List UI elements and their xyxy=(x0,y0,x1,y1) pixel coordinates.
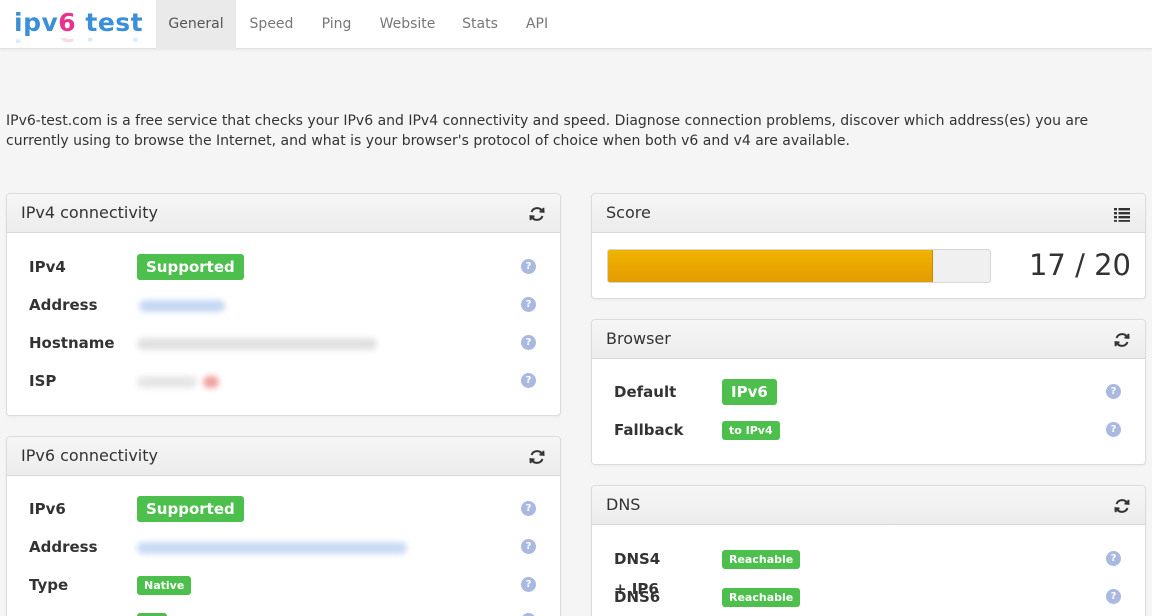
dns-panel-title: DNS xyxy=(606,495,641,514)
status-badge: Supported xyxy=(137,254,244,280)
brand-text-ipv: ipv xyxy=(14,8,59,37)
ipv6-label: IPv6 xyxy=(29,500,66,518)
dns6-ip4-label: DNS6 + IP4 xyxy=(614,588,661,606)
help-icon[interactable]: ? xyxy=(521,577,536,592)
reachable-badge: Reachable xyxy=(722,550,801,569)
status-badge: Supported xyxy=(137,496,244,522)
refresh-icon[interactable] xyxy=(528,205,546,223)
score-panel-title: Score xyxy=(606,203,651,222)
reachable-badge: Reachable xyxy=(722,588,801,607)
address-label: Address xyxy=(29,538,98,556)
isp-label: ISP xyxy=(29,372,57,390)
tab-stats[interactable]: Stats xyxy=(449,0,511,49)
refresh-icon[interactable] xyxy=(528,448,546,466)
score-progress-bar xyxy=(607,249,991,283)
help-icon[interactable]: ? xyxy=(1106,589,1121,604)
help-icon[interactable]: ? xyxy=(521,501,536,516)
redacted-hostname xyxy=(137,338,377,350)
redacted-ipv6-address xyxy=(137,542,407,554)
help-icon[interactable]: ? xyxy=(521,335,536,350)
default-label: Default xyxy=(614,383,677,401)
browser-panel-title: Browser xyxy=(606,329,671,348)
brand-reflection: ipv6 test xyxy=(14,38,143,49)
tab-speed[interactable]: Speed xyxy=(236,0,307,49)
score-panel-header: Score xyxy=(592,194,1145,233)
help-icon[interactable]: ? xyxy=(1106,384,1121,399)
ipv4-panel-header: IPv4 connectivity xyxy=(7,194,560,233)
tab-ping[interactable]: Ping xyxy=(307,0,366,49)
fallback-badge: to IPv4 in 1 second xyxy=(722,421,780,464)
browser-panel-header: Browser xyxy=(592,320,1145,359)
redacted-ipv4-address xyxy=(139,300,225,312)
refresh-icon[interactable] xyxy=(1113,497,1131,515)
score-progress-fill xyxy=(608,250,933,282)
list-icon[interactable] xyxy=(1113,205,1131,223)
brand-text-test: test xyxy=(76,8,144,37)
brand-text-6: 6 xyxy=(58,8,77,37)
default-protocol-badge: IPv6 xyxy=(722,379,777,405)
brand-logo[interactable]: ipv6 test xyxy=(14,6,143,40)
redacted-isp xyxy=(137,376,197,388)
ipv6-panel-title: IPv6 connectivity xyxy=(21,446,158,465)
help-icon[interactable]: ? xyxy=(521,539,536,554)
help-icon[interactable]: ? xyxy=(521,297,536,312)
hostname-label: Hostname xyxy=(29,334,115,352)
help-icon[interactable]: ? xyxy=(1106,551,1121,566)
refresh-icon[interactable] xyxy=(1113,331,1131,349)
dns-panel: DNS DNS4 + IP6 Reachable DNS6 + IP4 Reac… xyxy=(591,485,1146,616)
redacted-flag xyxy=(203,376,219,388)
type-badge: Native IPv6 xyxy=(137,576,192,611)
tab-general[interactable]: General xyxy=(156,0,236,49)
help-icon[interactable]: ? xyxy=(521,259,536,274)
tab-api[interactable]: API xyxy=(511,0,563,49)
ipv6-panel: IPv6 connectivity IPv6 Supported Address… xyxy=(6,436,561,616)
address-label: Address xyxy=(29,296,98,314)
help-icon[interactable]: ? xyxy=(521,373,536,388)
intro-text: IPv6-test.com is a free service that che… xyxy=(6,113,1089,149)
ipv4-panel: IPv4 connectivity IPv4 Supported Address… xyxy=(6,193,561,416)
score-value: 17 / 20 xyxy=(1028,248,1131,282)
navbar: ipv6 test ipv6 test General Speed Ping W… xyxy=(0,0,1152,49)
fallback-label: Fallback xyxy=(614,421,684,439)
browser-panel: Browser Default IPv6 Fallback to IPv4 in… xyxy=(591,319,1146,465)
help-icon[interactable]: ? xyxy=(1106,422,1121,437)
ipv4-panel-title: IPv4 connectivity xyxy=(21,203,158,222)
ipv4-label: IPv4 xyxy=(29,258,66,276)
ipv6-panel-header: IPv6 connectivity xyxy=(7,437,560,476)
type-label: Type xyxy=(29,576,69,594)
score-panel: Score 17 / 20 xyxy=(591,193,1146,299)
tab-website[interactable]: Website xyxy=(366,0,449,49)
dns-panel-header: DNS xyxy=(592,486,1145,525)
